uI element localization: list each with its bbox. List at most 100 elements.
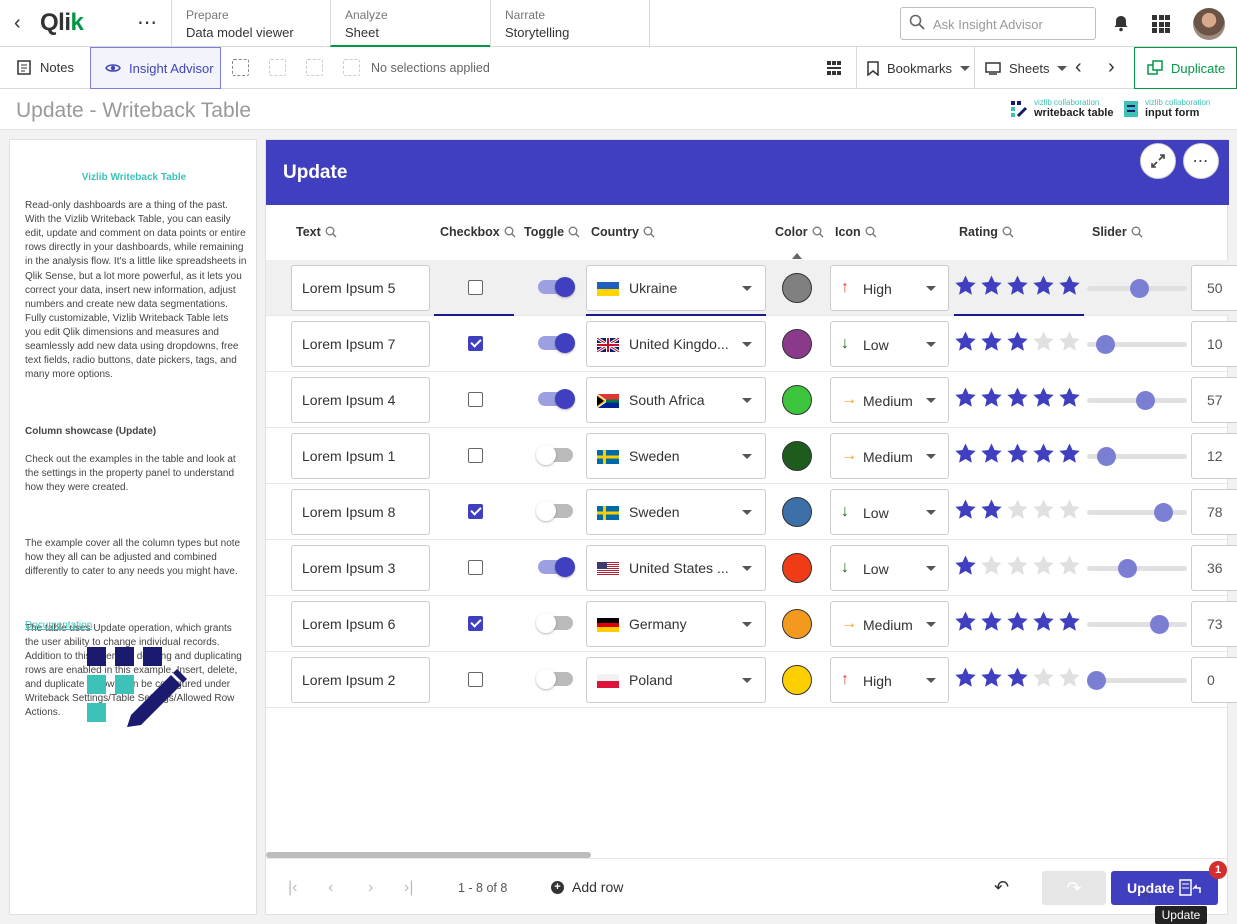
slider-value-input[interactable]: 10 (1191, 321, 1237, 367)
rating-stars[interactable] (954, 330, 1081, 353)
star-icon[interactable] (1058, 386, 1081, 409)
icon-dropdown[interactable]: ↑ High (830, 265, 949, 311)
row-slider[interactable] (1087, 559, 1187, 578)
star-icon[interactable] (1032, 554, 1055, 577)
text-input[interactable]: Lorem Ipsum 4 (291, 377, 430, 423)
star-icon[interactable] (954, 610, 977, 633)
color-picker[interactable] (782, 329, 812, 359)
column-header-toggle[interactable]: Toggle (524, 225, 580, 239)
text-input[interactable]: Lorem Ipsum 8 (291, 489, 430, 535)
icon-dropdown[interactable]: ↓ Low (830, 545, 949, 591)
color-picker[interactable] (782, 497, 812, 527)
more-menu-icon[interactable]: ⋯ (137, 10, 158, 35)
color-picker[interactable] (782, 441, 812, 471)
slider-value-input[interactable]: 12 (1191, 433, 1237, 479)
column-search-icon[interactable] (504, 226, 516, 238)
star-icon[interactable] (954, 274, 977, 297)
row-checkbox[interactable] (468, 560, 483, 575)
color-picker[interactable] (782, 385, 812, 415)
country-dropdown[interactable]: Ukraine (586, 265, 766, 311)
star-icon[interactable] (1032, 442, 1055, 465)
star-icon[interactable] (1006, 442, 1029, 465)
star-icon[interactable] (1006, 330, 1029, 353)
undo-icon[interactable]: ↶ (994, 877, 1009, 898)
rating-stars[interactable] (954, 274, 1081, 297)
row-toggle[interactable] (538, 333, 575, 353)
row-toggle[interactable] (538, 557, 575, 577)
color-picker[interactable] (782, 665, 812, 695)
column-header-checkbox[interactable]: Checkbox (440, 225, 516, 239)
row-toggle[interactable] (538, 389, 575, 409)
layout-toggle-button[interactable] (816, 47, 852, 89)
icon-dropdown[interactable]: ↓ Low (830, 489, 949, 535)
rating-stars[interactable] (954, 610, 1081, 633)
icon-dropdown[interactable]: → Medium (830, 377, 949, 423)
rating-stars[interactable] (954, 554, 1081, 577)
country-dropdown[interactable]: Sweden (586, 433, 766, 479)
row-toggle[interactable] (536, 613, 573, 633)
rating-stars[interactable] (954, 386, 1081, 409)
star-icon[interactable] (980, 498, 1003, 521)
star-icon[interactable] (954, 498, 977, 521)
first-page-icon[interactable]: |‹ (288, 879, 297, 897)
add-row-button[interactable]: + Add row (551, 879, 623, 895)
rating-stars[interactable] (954, 498, 1081, 521)
star-icon[interactable] (1032, 274, 1055, 297)
row-toggle[interactable] (538, 277, 575, 297)
text-input[interactable]: Lorem Ipsum 6 (291, 601, 430, 647)
star-icon[interactable] (1032, 330, 1055, 353)
column-search-icon[interactable] (1131, 226, 1143, 238)
text-input[interactable]: Lorem Ipsum 5 (291, 265, 430, 311)
redo-button[interactable]: ↷ (1042, 871, 1106, 905)
previous-sheet-icon[interactable]: ‹ (1075, 56, 1082, 79)
star-icon[interactable] (1006, 386, 1029, 409)
column-header-icon[interactable]: Icon (835, 225, 877, 239)
step-forward-icon[interactable] (306, 59, 323, 76)
column-header-slider[interactable]: Slider (1092, 225, 1143, 239)
slider-value-input[interactable]: 57 (1191, 377, 1237, 423)
star-icon[interactable] (1006, 498, 1029, 521)
star-icon[interactable] (954, 442, 977, 465)
row-checkbox[interactable] (468, 616, 483, 631)
row-checkbox[interactable] (468, 504, 483, 519)
slider-value-input[interactable]: 73 (1191, 601, 1237, 647)
row-toggle[interactable] (536, 501, 573, 521)
star-icon[interactable] (1058, 274, 1081, 297)
country-dropdown[interactable]: United States ... (586, 545, 766, 591)
tab-analyze[interactable]: Analyze Sheet (330, 0, 490, 47)
qlik-logo[interactable]: Qlik (40, 9, 84, 37)
slider-value-input[interactable]: 50 (1191, 265, 1237, 311)
row-slider[interactable] (1087, 671, 1187, 690)
row-checkbox[interactable] (468, 448, 483, 463)
row-slider[interactable] (1087, 391, 1187, 410)
row-slider[interactable] (1087, 335, 1187, 354)
column-search-icon[interactable] (1002, 226, 1014, 238)
star-icon[interactable] (1032, 386, 1055, 409)
star-icon[interactable] (1006, 554, 1029, 577)
slider-value-input[interactable]: 36 (1191, 545, 1237, 591)
star-icon[interactable] (954, 666, 977, 689)
more-options-button[interactable]: ⋯ (1183, 143, 1219, 179)
icon-dropdown[interactable]: → Medium (830, 601, 949, 647)
smart-search-icon[interactable] (232, 59, 249, 76)
row-slider[interactable] (1087, 615, 1187, 634)
prev-page-icon[interactable]: ‹ (328, 879, 333, 897)
row-checkbox[interactable] (468, 392, 483, 407)
column-search-icon[interactable] (643, 226, 655, 238)
text-input[interactable]: Lorem Ipsum 2 (291, 657, 430, 703)
text-input[interactable]: Lorem Ipsum 1 (291, 433, 430, 479)
star-icon[interactable] (980, 442, 1003, 465)
row-toggle[interactable] (536, 669, 573, 689)
apps-grid-icon[interactable] (1152, 15, 1170, 33)
star-icon[interactable] (1006, 610, 1029, 633)
slider-value-input[interactable]: 0 (1191, 657, 1237, 703)
star-icon[interactable] (1032, 498, 1055, 521)
country-dropdown[interactable]: Sweden (586, 489, 766, 535)
clear-selections-icon[interactable] (343, 59, 360, 76)
country-dropdown[interactable]: Poland (586, 657, 766, 703)
back-chevron-icon[interactable]: ‹ (14, 12, 21, 35)
duplicate-button[interactable]: Duplicate (1134, 47, 1237, 89)
tab-prepare[interactable]: Prepare Data model viewer (171, 0, 330, 47)
star-icon[interactable] (1058, 666, 1081, 689)
column-search-icon[interactable] (568, 226, 580, 238)
